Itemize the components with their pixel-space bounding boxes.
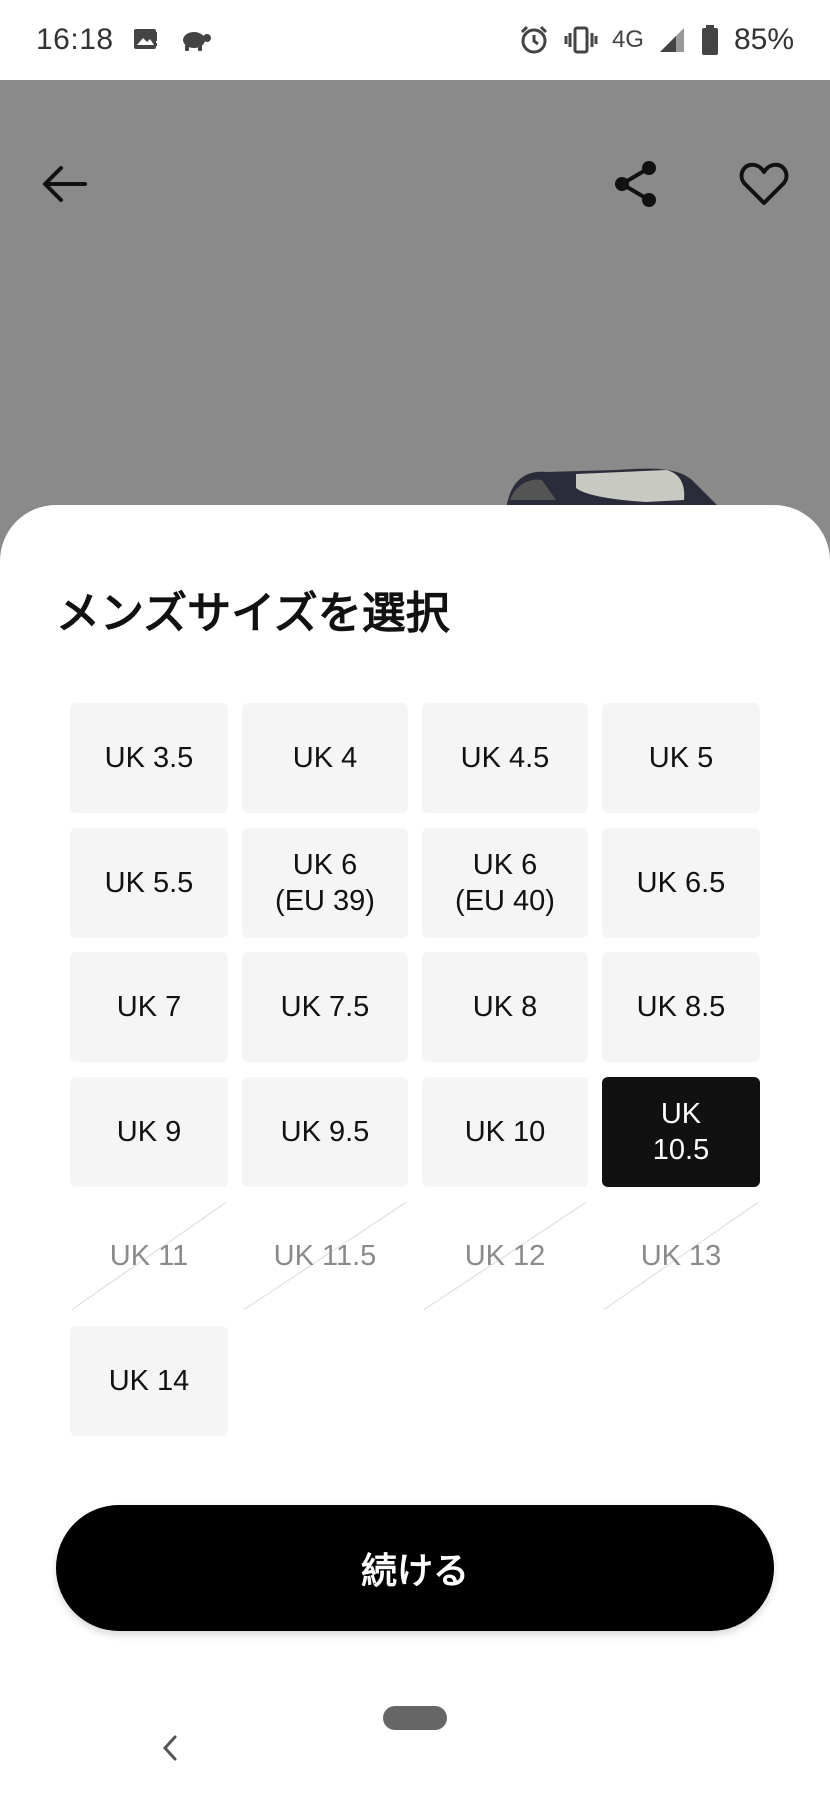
battery-icon [700,24,720,56]
size-label: UK 7 [116,991,182,1023]
size-option[interactable]: UK 5.5 [70,827,228,938]
sheet-title: メンズサイズを選択 [56,588,450,639]
size-option[interactable]: UK 10.5 [602,1076,760,1187]
size-label: UK 7.5 [280,991,370,1023]
size-option[interactable]: UK 6.5 [602,827,760,938]
size-option: UK 12 [422,1201,588,1311]
size-label: UK 3.5 [104,742,194,774]
size-option[interactable]: UK 14 [70,1325,228,1436]
nav-home-pill[interactable] [383,1706,447,1730]
size-option[interactable]: UK 6 (EU 39) [242,827,408,938]
size-option[interactable]: UK 7 [70,952,228,1062]
share-button[interactable] [596,144,676,224]
status-bar: 16:18 4G 85% [0,0,830,80]
size-option[interactable]: UK 8.5 [602,952,760,1062]
back-button[interactable] [24,144,104,224]
size-label: UK 5.5 [104,866,194,899]
size-option[interactable]: UK 4.5 [422,703,588,813]
size-label: UK 6.5 [636,866,726,899]
size-option: UK 11.5 [242,1201,408,1311]
size-label: UK 9 [116,1115,182,1148]
size-label: UK 11 [109,1240,189,1272]
size-label: UK 4 [292,742,358,774]
size-option[interactable]: UK 10 [422,1076,588,1187]
vibrate-icon [564,25,598,55]
size-label: UK 5 [648,742,714,774]
size-label: UK 11.5 [273,1240,377,1272]
size-label: UK 9.5 [280,1115,370,1148]
size-label: UK 10.5 [652,1097,710,1166]
turtle-icon [178,26,212,54]
size-option[interactable]: UK 9 [70,1076,228,1187]
size-selector-sheet: メンズサイズを選択 UK 3.5 UK 4 UK 4.5 UK 5 UK 5.5 UK 6… [0,505,830,1798]
size-option[interactable]: UK 5 [602,703,760,813]
share-icon [615,161,656,207]
size-option: UK 13 [602,1201,760,1311]
image-icon [132,26,160,54]
status-time: 16:18 [36,23,114,56]
size-label: UK 12 [464,1240,546,1272]
nav-back-button[interactable] [150,1723,190,1773]
size-label: UK 8 [472,991,538,1023]
size-option: UK 11 [70,1201,228,1311]
chevron-left-icon [162,1735,177,1761]
size-option[interactable]: UK 3.5 [70,703,228,813]
size-label: UK 8.5 [636,991,726,1023]
size-label: UK 4.5 [460,742,550,774]
size-option[interactable]: UK 6 (EU 40) [422,827,588,938]
product-image-area [0,80,830,540]
size-option[interactable]: UK 4 [242,703,408,813]
signal-icon [658,26,686,54]
network-type: 4G [611,26,644,53]
heart-outline-icon [739,162,789,205]
favorite-button[interactable] [724,144,804,224]
size-option[interactable]: UK 9.5 [242,1076,408,1187]
size-label: UK 13 [640,1240,722,1272]
size-option[interactable]: UK 7.5 [242,952,408,1062]
alarm-icon [518,24,550,56]
size-label: UK 6 (EU 39) [275,848,375,917]
arrow-left-icon [43,166,87,202]
size-label: UK 14 [108,1364,190,1397]
continue-button[interactable]: 続ける [56,1505,774,1631]
size-option[interactable]: UK 8 [422,952,588,1062]
battery-percent: 85% [733,23,794,56]
size-label: UK 10 [464,1115,546,1148]
size-label: UK 6 (EU 40) [455,848,555,917]
